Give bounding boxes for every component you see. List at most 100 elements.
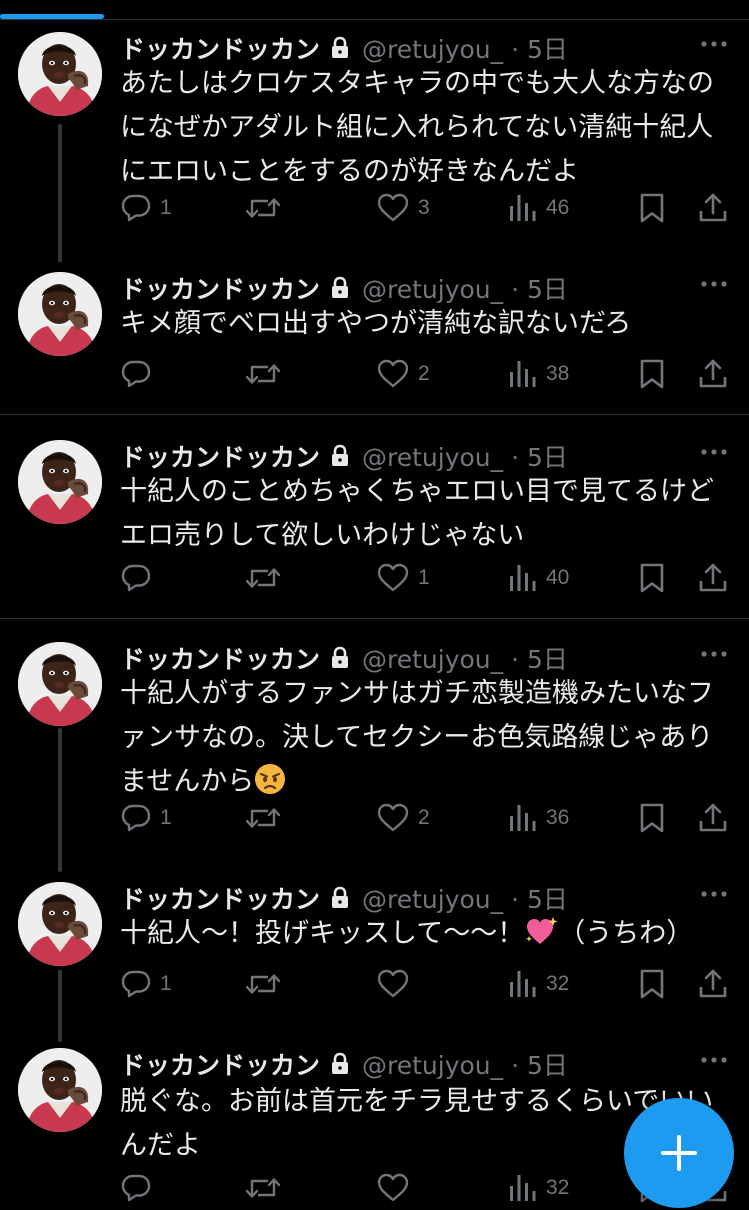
avatar[interactable] xyxy=(18,642,102,726)
views-button[interactable]: 36 xyxy=(508,796,569,840)
handle[interactable]: @retujyou_ · 5日 xyxy=(362,270,568,306)
retweet-button[interactable] xyxy=(246,556,280,600)
like-count: 2 xyxy=(418,362,430,385)
retweet-icon xyxy=(246,358,280,390)
handle[interactable]: @retujyou_ · 5日 xyxy=(362,438,568,474)
like-button[interactable]: 3 xyxy=(376,186,430,230)
more-options-icon[interactable] xyxy=(699,442,729,462)
tweet[interactable]: ドッカンドッカン @retujyou_ · 5日 十紀人〜！投げキッスして〜〜！… xyxy=(0,878,749,1018)
share-icon xyxy=(698,802,728,834)
like-count: 3 xyxy=(418,196,430,219)
views-button[interactable]: 38 xyxy=(508,352,569,396)
action-bar: 1 2 36 xyxy=(120,796,731,840)
reply-button[interactable]: 1 xyxy=(120,796,172,840)
share-button[interactable] xyxy=(698,186,728,230)
like-button[interactable]: 2 xyxy=(376,796,430,840)
display-name[interactable]: ドッカンドッカン xyxy=(120,270,320,306)
views-icon xyxy=(508,802,538,834)
like-button[interactable] xyxy=(376,962,418,1006)
views-icon xyxy=(508,968,538,1000)
retweet-button[interactable] xyxy=(246,962,280,1006)
share-icon xyxy=(698,192,728,224)
tweet[interactable]: ドッカンドッカン @retujyou_ · 5日 あたしはクロケスタキャラの中で… xyxy=(0,28,749,258)
reply-button[interactable] xyxy=(120,352,160,396)
tweet-text: 十紀人〜！投げキッスして〜〜！ （うちわ） xyxy=(120,912,721,956)
views-button[interactable]: 32 xyxy=(508,962,569,1006)
retweet-icon xyxy=(246,968,280,1000)
bookmark-icon xyxy=(638,562,666,594)
display-name[interactable]: ドッカンドッカン xyxy=(120,1046,320,1082)
reply-icon xyxy=(120,968,152,1000)
heart-icon xyxy=(376,1172,410,1204)
handle[interactable]: @retujyou_ · 5日 xyxy=(362,640,568,676)
lock-icon xyxy=(330,276,350,300)
heart-icon xyxy=(376,968,410,1000)
avatar[interactable] xyxy=(18,32,102,116)
retweet-button[interactable] xyxy=(246,1166,280,1210)
reply-button[interactable] xyxy=(120,556,160,600)
share-button[interactable] xyxy=(698,556,728,600)
like-button[interactable]: 2 xyxy=(376,352,430,396)
views-icon xyxy=(508,562,538,594)
tweet[interactable]: ドッカンドッカン @retujyou_ · 5日 十紀人がするファンサはガチ恋製… xyxy=(0,638,749,860)
retweet-button[interactable] xyxy=(246,352,280,396)
retweet-icon xyxy=(246,192,280,224)
retweet-icon xyxy=(246,802,280,834)
display-name[interactable]: ドッカンドッカン xyxy=(120,880,320,916)
avatar[interactable] xyxy=(18,882,102,966)
more-options-icon[interactable] xyxy=(699,644,729,664)
handle[interactable]: @retujyou_ · 5日 xyxy=(362,880,568,916)
heart-icon xyxy=(376,562,410,594)
bookmark-button[interactable] xyxy=(638,962,666,1006)
view-count: 36 xyxy=(546,806,570,829)
more-options-icon[interactable] xyxy=(699,884,729,904)
timestamp: 5日 xyxy=(527,645,568,674)
tweet-text: キメ顔でベロ出すやつが清純な訳ないだろ xyxy=(120,308,632,339)
display-name[interactable]: ドッカンドッカン xyxy=(120,438,320,474)
tweet-text: 十紀人がするファンサはガチ恋製造機みたいなファンサなの。決してセクシーお色気路線… xyxy=(120,678,714,797)
view-count: 46 xyxy=(546,196,570,219)
display-name[interactable]: ドッカンドッカン xyxy=(120,640,320,676)
display-name[interactable]: ドッカンドッカン xyxy=(120,30,320,66)
lock-icon xyxy=(330,646,350,670)
like-button[interactable]: 1 xyxy=(376,556,430,600)
tweet[interactable]: ドッカンドッカン @retujyou_ · 5日 キメ顔でベロ出すやつが清純な訳… xyxy=(0,268,749,415)
more-options-icon[interactable] xyxy=(699,34,729,54)
bookmark-icon xyxy=(638,358,666,390)
reply-button[interactable]: 1 xyxy=(120,186,172,230)
share-button[interactable] xyxy=(698,796,728,840)
bookmark-icon xyxy=(638,968,666,1000)
bookmark-button[interactable] xyxy=(638,556,666,600)
more-options-icon[interactable] xyxy=(699,274,729,294)
retweet-button[interactable] xyxy=(246,186,280,230)
bookmark-button[interactable] xyxy=(638,796,666,840)
lock-icon xyxy=(330,444,350,468)
avatar[interactable] xyxy=(18,272,102,356)
handle[interactable]: @retujyou_ · 5日 xyxy=(362,30,568,66)
reply-button[interactable] xyxy=(120,1166,160,1210)
lock-icon xyxy=(330,1052,350,1076)
bookmark-icon xyxy=(638,192,666,224)
more-options-icon[interactable] xyxy=(699,1050,729,1070)
avatar[interactable] xyxy=(18,1048,102,1132)
views-button[interactable]: 32 xyxy=(508,1166,569,1210)
bookmark-button[interactable] xyxy=(638,352,666,396)
compose-tweet-button[interactable] xyxy=(624,1098,734,1208)
tweet-header: ドッカンドッカン @retujyou_ · 5日 xyxy=(120,1044,568,1084)
reply-button[interactable]: 1 xyxy=(120,962,172,1006)
avatar[interactable] xyxy=(18,440,102,524)
share-button[interactable] xyxy=(698,962,728,1006)
reply-icon xyxy=(120,192,152,224)
tweet[interactable]: ドッカンドッカン @retujyou_ · 5日 十紀人のことめちゃくちゃエロい… xyxy=(0,436,749,619)
action-bar: 1 32 xyxy=(120,962,731,1006)
like-button[interactable] xyxy=(376,1166,418,1210)
bookmark-button[interactable] xyxy=(638,186,666,230)
share-button[interactable] xyxy=(698,352,728,396)
views-icon xyxy=(508,358,538,390)
views-button[interactable]: 46 xyxy=(508,186,569,230)
handle[interactable]: @retujyou_ · 5日 xyxy=(362,1046,568,1082)
share-icon xyxy=(698,562,728,594)
retweet-button[interactable] xyxy=(246,796,280,840)
views-button[interactable]: 40 xyxy=(508,556,569,600)
action-bar: 2 38 xyxy=(120,352,731,396)
